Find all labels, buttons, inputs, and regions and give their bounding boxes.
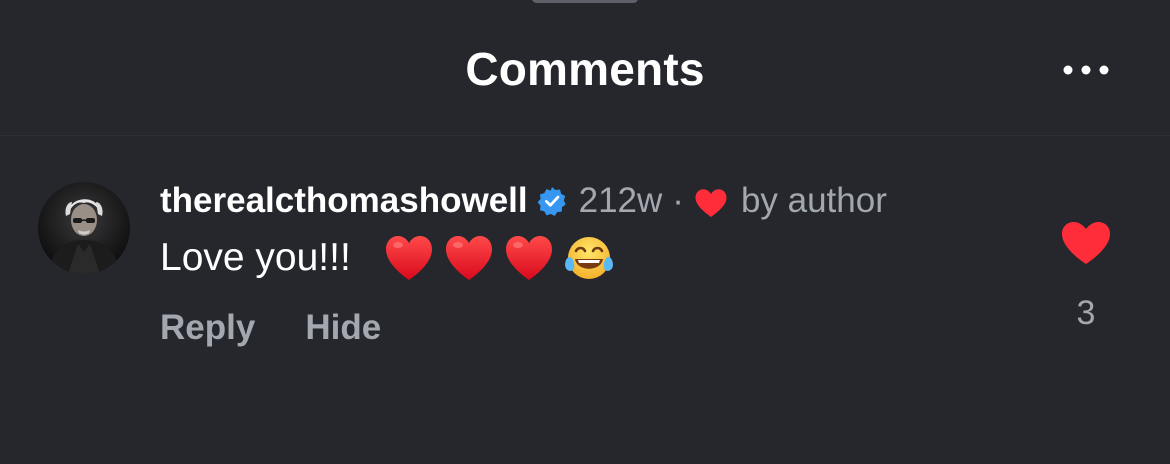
page-title: Comments	[465, 43, 705, 95]
avatar-image	[38, 182, 130, 274]
more-options-button[interactable]	[1058, 56, 1114, 84]
heart-icon	[1061, 222, 1111, 264]
like-comment-button[interactable]	[1060, 220, 1112, 266]
reply-button[interactable]: Reply	[160, 308, 255, 348]
red-heart-emoji-icon	[445, 236, 493, 280]
red-heart-emoji-icon	[505, 236, 553, 280]
username-link[interactable]: therealcthomashowell	[160, 181, 528, 221]
face-with-tears-of-joy-emoji-icon	[565, 237, 613, 279]
avatar[interactable]	[38, 182, 130, 274]
comment-item: therealcthomashowell 212w · by author Lo…	[0, 136, 1170, 464]
hide-button[interactable]: Hide	[305, 308, 381, 348]
heart-icon	[695, 189, 727, 217]
comment-timestamp: 212w	[578, 181, 663, 220]
meta-separator: ·	[672, 181, 684, 220]
ellipsis-icon	[1063, 65, 1109, 75]
comment-emojis	[384, 232, 614, 284]
like-count: 3	[1076, 294, 1096, 332]
verified-badge-icon	[537, 187, 566, 216]
liked-by-author-label: by author	[740, 181, 887, 220]
red-heart-emoji-icon	[385, 236, 433, 280]
comment-actions: Reply Hide	[160, 308, 381, 348]
comment-text: Love you!!!	[160, 236, 351, 279]
comments-header: Comments	[0, 0, 1170, 136]
comment-meta: therealcthomashowell 212w · by author	[160, 178, 887, 224]
